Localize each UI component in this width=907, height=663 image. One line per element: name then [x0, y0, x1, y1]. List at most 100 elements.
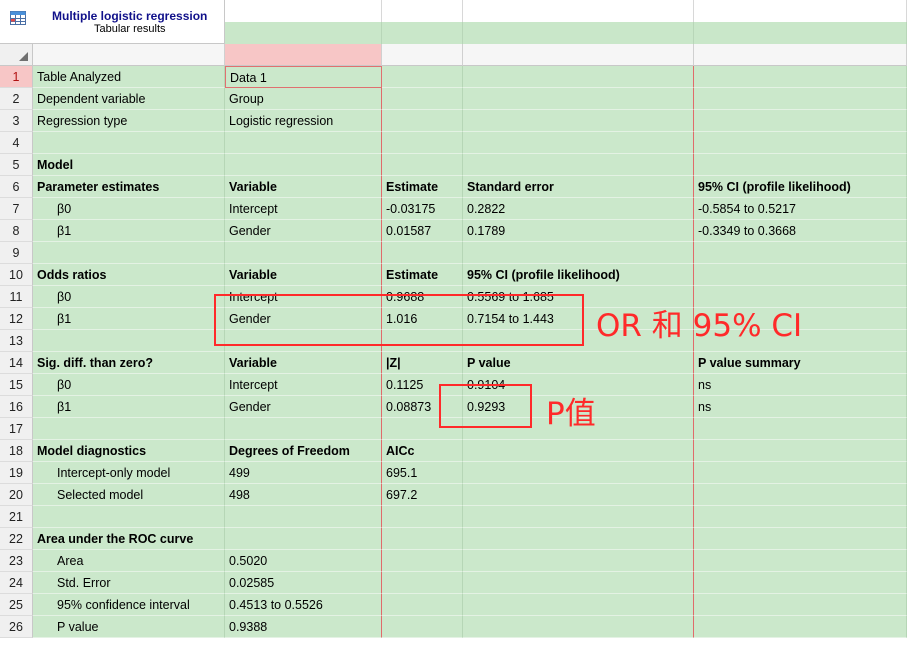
column-header-a[interactable] — [33, 44, 225, 66]
row-number[interactable]: 16 — [0, 396, 33, 418]
table-cell-e[interactable] — [694, 440, 907, 462]
table-cell-a[interactable]: β0 — [33, 286, 225, 308]
table-cell-d[interactable] — [463, 616, 694, 638]
row-number[interactable]: 14 — [0, 352, 33, 374]
table-cell-b[interactable]: Gender — [225, 220, 382, 242]
table-cell-e[interactable] — [694, 528, 907, 550]
table-cell-b[interactable]: Degrees of Freedom — [225, 440, 382, 462]
table-cell-e[interactable] — [694, 66, 907, 88]
table-cell-c[interactable]: 697.2 — [382, 484, 463, 506]
table-cell-c[interactable] — [382, 66, 463, 88]
row-number[interactable]: 3 — [0, 110, 33, 132]
table-cell-c[interactable] — [382, 572, 463, 594]
table-cell-e[interactable] — [694, 154, 907, 176]
table-cell-a[interactable]: β1 — [33, 308, 225, 330]
table-cell-e[interactable]: 95% CI (profile likelihood) — [694, 176, 907, 198]
table-cell-b[interactable]: 0.02585 — [225, 572, 382, 594]
table-cell-e[interactable]: ns — [694, 396, 907, 418]
table-cell-a[interactable]: Selected model — [33, 484, 225, 506]
row-number[interactable]: 5 — [0, 154, 33, 176]
row-number[interactable]: 20 — [0, 484, 33, 506]
table-cell-d[interactable] — [463, 242, 694, 264]
table-cell-a[interactable]: Model diagnostics — [33, 440, 225, 462]
table-cell-e[interactable] — [694, 506, 907, 528]
table-cell-e[interactable] — [694, 418, 907, 440]
table-cell-b[interactable]: Variable — [225, 352, 382, 374]
table-cell-a[interactable]: Regression type — [33, 110, 225, 132]
row-number[interactable]: 25 — [0, 594, 33, 616]
table-cell-d[interactable]: 0.2822 — [463, 198, 694, 220]
table-cell-a[interactable]: Std. Error — [33, 572, 225, 594]
table-cell-e[interactable] — [694, 462, 907, 484]
table-cell-d[interactable] — [463, 550, 694, 572]
row-number[interactable]: 17 — [0, 418, 33, 440]
table-cell-d[interactable] — [463, 440, 694, 462]
row-number[interactable]: 24 — [0, 572, 33, 594]
row-number[interactable]: 23 — [0, 550, 33, 572]
row-number[interactable]: 13 — [0, 330, 33, 352]
row-number[interactable]: 8 — [0, 220, 33, 242]
table-cell-a[interactable]: Odds ratios — [33, 264, 225, 286]
table-cell-a[interactable]: 95% confidence interval — [33, 594, 225, 616]
header-cell-e[interactable] — [694, 0, 907, 22]
table-cell-b[interactable]: Variable — [225, 264, 382, 286]
table-cell-c[interactable] — [382, 528, 463, 550]
table-cell-b[interactable]: Variable — [225, 176, 382, 198]
column-header-d[interactable] — [463, 44, 694, 66]
table-cell-b[interactable]: 0.4513 to 0.5526 — [225, 594, 382, 616]
table-cell-d[interactable]: 0.1789 — [463, 220, 694, 242]
table-cell-b[interactable]: Gender — [225, 396, 382, 418]
row-number[interactable]: 18 — [0, 440, 33, 462]
table-cell-a[interactable] — [33, 418, 225, 440]
table-cell-e[interactable] — [694, 616, 907, 638]
table-cell-a[interactable]: β1 — [33, 396, 225, 418]
table-cell-d[interactable] — [463, 66, 694, 88]
table-cell-a[interactable] — [33, 506, 225, 528]
row-number[interactable]: 11 — [0, 286, 33, 308]
table-cell-b[interactable]: Data 1 — [225, 66, 382, 88]
table-cell-b[interactable]: 0.9388 — [225, 616, 382, 638]
table-cell-d[interactable] — [463, 132, 694, 154]
table-cell-d[interactable] — [463, 594, 694, 616]
header-cell-b[interactable] — [225, 0, 382, 22]
header-cell-d[interactable] — [463, 0, 694, 22]
table-cell-e[interactable]: -0.5854 to 0.5217 — [694, 198, 907, 220]
select-all-corner[interactable] — [0, 44, 33, 66]
table-cell-b[interactable] — [225, 528, 382, 550]
table-cell-c[interactable]: Estimate — [382, 264, 463, 286]
table-cell-d[interactable] — [463, 572, 694, 594]
table-cell-a[interactable]: Dependent variable — [33, 88, 225, 110]
table-cell-a[interactable]: Sig. diff. than zero? — [33, 352, 225, 374]
column-header-c[interactable] — [382, 44, 463, 66]
row-number[interactable]: 19 — [0, 462, 33, 484]
row-number[interactable]: 4 — [0, 132, 33, 154]
table-cell-e[interactable] — [694, 550, 907, 572]
table-cell-d[interactable] — [463, 88, 694, 110]
table-cell-b[interactable]: 0.5020 — [225, 550, 382, 572]
table-cell-a[interactable]: P value — [33, 616, 225, 638]
header-cell-c[interactable] — [382, 0, 463, 22]
table-cell-e[interactable] — [694, 242, 907, 264]
table-cell-c[interactable]: -0.03175 — [382, 198, 463, 220]
row-number[interactable]: 9 — [0, 242, 33, 264]
row-number[interactable]: 6 — [0, 176, 33, 198]
table-cell-c[interactable] — [382, 242, 463, 264]
table-cell-b[interactable]: 499 — [225, 462, 382, 484]
table-cell-b[interactable]: 498 — [225, 484, 382, 506]
column-header-e[interactable] — [694, 44, 907, 66]
table-cell-a[interactable]: β0 — [33, 374, 225, 396]
table-cell-b[interactable] — [225, 132, 382, 154]
table-cell-c[interactable]: 0.01587 — [382, 220, 463, 242]
table-cell-b[interactable] — [225, 418, 382, 440]
sheet-title-cell[interactable]: Multiple logistic regression Tabular res… — [0, 0, 225, 44]
table-cell-b[interactable] — [225, 506, 382, 528]
table-cell-d[interactable]: 95% CI (profile likelihood) — [463, 264, 694, 286]
row-number[interactable]: 22 — [0, 528, 33, 550]
table-cell-a[interactable] — [33, 242, 225, 264]
table-cell-c[interactable]: |Z| — [382, 352, 463, 374]
table-cell-a[interactable]: Model — [33, 154, 225, 176]
row-number[interactable]: 7 — [0, 198, 33, 220]
table-cell-e[interactable] — [694, 572, 907, 594]
table-cell-c[interactable]: AICc — [382, 440, 463, 462]
row-number[interactable]: 15 — [0, 374, 33, 396]
